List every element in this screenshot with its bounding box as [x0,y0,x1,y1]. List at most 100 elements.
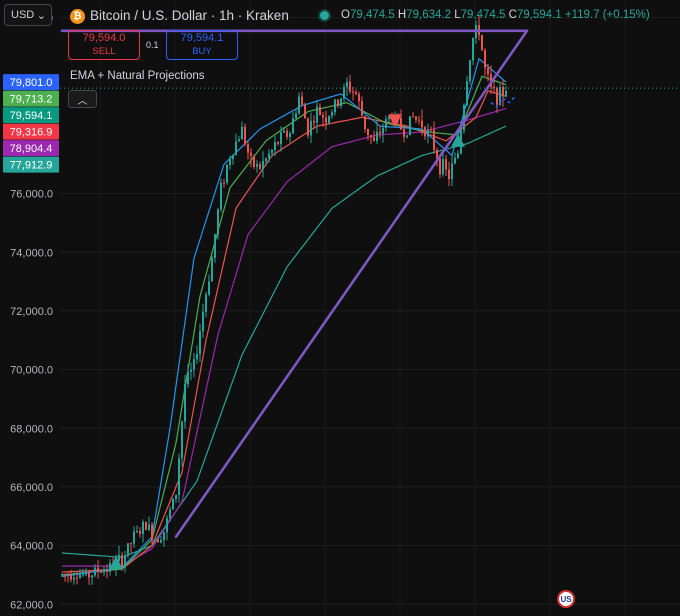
candle-body [64,574,66,576]
candle-body [97,567,99,573]
candle-body [232,154,234,160]
candle-body [487,67,489,75]
candles [61,16,507,585]
candle-body [193,359,195,370]
y-tick-label: 62,000.0 [10,599,53,611]
chevron-up-icon: ︿ [77,95,88,107]
candle-body [406,135,408,137]
candle-body [169,509,171,519]
candle-body [409,116,411,136]
candle-body [217,209,219,235]
candle-body [502,86,504,97]
candle-body [424,127,426,137]
candle-body [247,144,249,153]
y-tick-label: 76,000.0 [10,189,53,201]
symbol-title[interactable]: Bitcoin / U.S. Dollar · 1h · Kraken [90,8,289,23]
collapse-indicators-button[interactable]: ︿ [68,90,97,108]
ema-lines [61,57,507,577]
candle-body [166,518,168,533]
candle-body [331,112,333,116]
candle-body [103,569,105,573]
candle-body [493,87,495,89]
candle-body [67,574,69,576]
candle-body [295,113,297,119]
ohlc-open-label: O [341,9,350,21]
candle-body [379,131,381,134]
candle-body [448,169,450,180]
indicator-label[interactable]: EMA + Natural Projections [70,70,205,82]
candle-body [277,142,279,145]
candle-body [148,524,150,530]
candle-body [79,574,81,578]
y-tick-label: 74,000.0 [10,247,53,259]
candle-body [310,120,312,136]
candle-body [172,498,174,510]
candle-body [85,571,87,575]
candle-body [184,384,186,422]
ohlc-close-label: C [508,9,517,21]
us-flag-icon[interactable]: US [557,590,575,608]
candle-body [289,133,291,137]
candle-body [82,574,84,576]
candle-body [208,281,210,295]
candle-body [265,158,267,161]
ohlc-open: 79,474.5 [349,9,395,21]
candle-body [175,494,177,499]
candle-body [328,115,330,123]
candle-body [355,92,357,94]
candle-body [412,116,414,118]
y-tick-label: 64,000.0 [10,541,53,553]
candle-body [145,521,147,530]
candle-body [496,87,498,105]
candle-body [181,421,183,459]
currency-select[interactable]: USD ⌄ [4,4,52,26]
chart-grid [60,0,680,616]
candle-body [163,532,165,541]
candle-body [304,105,306,119]
candle-body [313,120,315,123]
candle-body [196,353,198,360]
buy-button[interactable]: 79,594.1 BUY [166,30,238,60]
candle-body [127,543,129,556]
trendlines[interactable] [60,29,680,539]
candle-body [322,115,324,118]
candle-body [250,152,252,156]
candle-body [91,575,93,578]
candle-body [484,50,486,68]
candle-body [151,524,153,541]
candle-body [223,182,225,184]
candle-body [283,130,285,133]
sell-button[interactable]: 79,594.0 SELL [68,30,140,60]
buy-price: 79,594.1 [180,32,224,44]
candle-body [259,163,261,169]
price-chart[interactable]: 62,000.0 64,000.0 66,000.0 68,000.0 70,000.0… [0,0,680,616]
candle-body [430,129,432,131]
candle-body [73,577,75,580]
candle-body [211,257,213,282]
candle-body [316,106,318,123]
ohlc-close: 79,594.1 [516,9,562,21]
candle-body [76,577,78,579]
candle-body [160,540,162,543]
sell-label: SELL [92,46,116,57]
candle-body [343,87,345,99]
y-tick-label: 68,000.0 [10,423,53,435]
candle-body [190,369,192,372]
candle-body [202,311,204,332]
trendline[interactable] [174,29,529,539]
market-open-icon[interactable] [320,11,329,20]
candle-body [385,119,387,128]
candle-body [106,569,108,572]
currency-select-label: USD [11,9,35,21]
ema-line [62,107,507,567]
candle-body [124,555,126,568]
price-tag-label: 79,713.2 [10,94,53,106]
candle-body [445,159,447,170]
candle-body [433,129,435,151]
candle-body [136,530,138,532]
price-tag-label: 79,594.1 [10,110,53,122]
candle-body [367,129,369,136]
candle-body [70,574,72,580]
candle-body [346,81,348,88]
candle-body [349,81,351,92]
